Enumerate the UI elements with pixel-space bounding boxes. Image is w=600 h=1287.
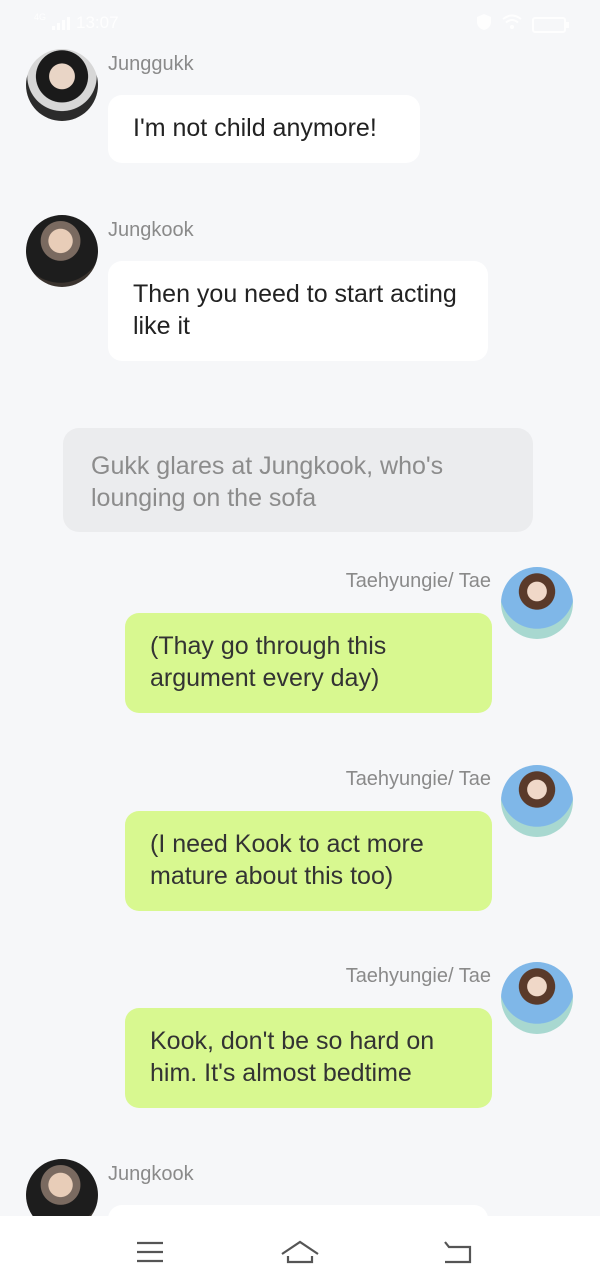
- sender-name: Taehyungie/ Tae: [345, 768, 491, 790]
- tae-avatar[interactable]: [501, 765, 573, 837]
- jungkook-avatar[interactable]: [26, 1159, 98, 1216]
- network-label: 4G: [34, 12, 47, 22]
- signal-icon: [52, 16, 71, 30]
- status-right: [476, 13, 569, 36]
- message-bubble[interactable]: (Thay go through this argument every day…: [125, 613, 492, 713]
- message-bubble[interactable]: Kook, don't be so hard on him. It's almo…: [125, 1008, 492, 1108]
- home-icon[interactable]: [280, 1234, 320, 1270]
- message-bubble[interactable]: (I need Kook to act more mature about th…: [125, 811, 492, 911]
- message-bubble[interactable]: Then you need to start acting like it: [108, 261, 488, 361]
- back-icon[interactable]: [437, 1234, 477, 1270]
- message-bubble[interactable]: [108, 1205, 488, 1216]
- sender-name: Jungkook: [108, 219, 194, 241]
- jungkook-avatar[interactable]: [26, 215, 98, 287]
- sender-name: Jungkook: [108, 1163, 194, 1185]
- shield-icon: [476, 13, 492, 36]
- tae-avatar[interactable]: [501, 962, 573, 1034]
- menu-icon[interactable]: [130, 1234, 170, 1270]
- message-bubble[interactable]: I'm not child anymore!: [108, 95, 420, 163]
- tae-avatar[interactable]: [501, 567, 573, 639]
- sender-name: Taehyungie/ Tae: [345, 965, 491, 987]
- sender-name: Junggukk: [108, 53, 194, 75]
- wifi-icon: [502, 14, 522, 35]
- navigation-bar: [0, 1216, 600, 1287]
- battery-icon: [532, 16, 569, 33]
- status-left: 4G 13:07: [34, 12, 119, 33]
- junggukk-avatar[interactable]: [26, 49, 98, 121]
- clock: 13:07: [76, 13, 119, 32]
- chat-transcript: Junggukk I'm not child anymore! Jungkook…: [0, 0, 600, 1216]
- narration-bubble[interactable]: Gukk glares at Jungkook, who's lounging …: [63, 428, 533, 532]
- sender-name: Taehyungie/ Tae: [345, 570, 491, 592]
- status-bar: 4G 13:07: [0, 0, 600, 44]
